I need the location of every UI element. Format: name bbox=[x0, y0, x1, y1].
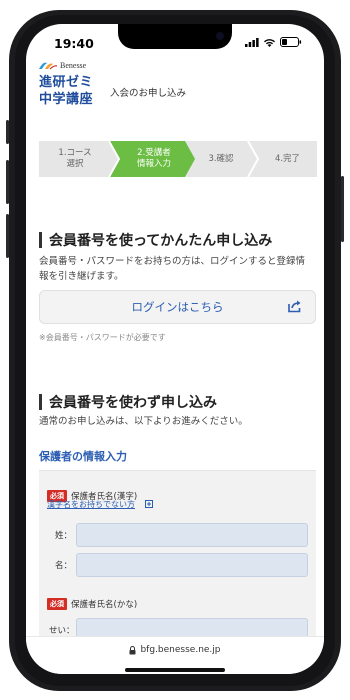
url-text: bfg.benesse.ne.jp bbox=[140, 645, 221, 655]
status-icons bbox=[245, 37, 302, 47]
status-bar: 19:40 bbox=[26, 24, 324, 58]
last-name-kana-label: せい： bbox=[49, 626, 75, 636]
wifi-icon bbox=[264, 38, 275, 47]
plus-box-icon[interactable] bbox=[145, 500, 153, 508]
progress-steps: 1.コース 選択 2.受講者 情報入力 3.確認 4.完了 bbox=[39, 141, 317, 177]
external-link-icon bbox=[288, 300, 301, 313]
last-name-kana-input[interactable] bbox=[76, 618, 308, 638]
step-course-selection: 1.コース 選択 bbox=[58, 148, 92, 169]
step-student-info: 2.受講者 情報入力 bbox=[136, 148, 171, 169]
browser-url-bar[interactable]: bfg.benesse.ne.jp bbox=[26, 636, 324, 674]
first-name-kanji-input[interactable] bbox=[76, 553, 308, 577]
member-section-description: 会員番号・パスワードをお持ちの方は、ログインすると登録情報を引き継げます。 bbox=[39, 256, 306, 282]
volume-down-button bbox=[6, 214, 9, 258]
guardian-form: 必須 保護者氏名(漢字) 漢字名をお持ちでない方 姓： 名： 必須 保護者氏名(かな… bbox=[39, 470, 316, 638]
power-button bbox=[341, 176, 344, 242]
status-time: 19:40 bbox=[54, 36, 94, 51]
home-indicator[interactable] bbox=[125, 668, 225, 672]
cellular-signal-icon bbox=[245, 37, 259, 47]
required-badge: 必須 bbox=[47, 597, 67, 610]
benesse-logo-icon bbox=[39, 62, 58, 70]
volume-up-button bbox=[6, 160, 9, 204]
step-complete: 4.完了 bbox=[274, 153, 301, 164]
member-section-title: 会員番号を使ってかんたん申し込み bbox=[39, 230, 272, 250]
course-title[interactable]: 進研ゼミ 中学講座 bbox=[39, 74, 93, 108]
guardian-info-heading: 保護者の情報入力 bbox=[39, 450, 127, 463]
last-name-label: 姓： bbox=[55, 531, 73, 541]
first-name-label: 名： bbox=[55, 561, 73, 571]
battery-icon bbox=[280, 37, 302, 47]
site-header: Benesse 進研ゼミ 中学講座 入会のお申し込み bbox=[26, 58, 324, 120]
mute-switch bbox=[6, 120, 9, 144]
nonmember-section-description: 通常のお申し込みは、以下よりお進みください。 bbox=[39, 416, 248, 427]
login-button-label: ログインはこちら bbox=[131, 300, 224, 314]
no-kanji-name-link[interactable]: 漢字名をお持ちでない方 bbox=[47, 499, 135, 510]
brand-name: Benesse bbox=[60, 60, 87, 70]
kana-name-label: 保護者氏名(かな) bbox=[71, 599, 138, 610]
page-content: Benesse 進研ゼミ 中学講座 入会のお申し込み 1.コース 選択 2.受講… bbox=[26, 58, 324, 638]
front-camera bbox=[216, 32, 224, 40]
notch bbox=[118, 24, 232, 49]
phone-screen: 19:40 Benesse 進研ゼミ 中学講座 入会のお申し込み 1.コース 選… bbox=[26, 24, 324, 674]
brand-logo: Benesse bbox=[38, 60, 86, 70]
lock-icon bbox=[129, 645, 136, 654]
nonmember-section-title: 会員番号を使わず申し込み bbox=[39, 392, 217, 412]
page-title: 入会のお申し込み bbox=[110, 88, 187, 99]
login-button[interactable]: ログインはこちら bbox=[39, 290, 316, 324]
step-confirm: 3.確認 bbox=[208, 153, 234, 164]
url-display: bfg.benesse.ne.jp bbox=[26, 645, 324, 655]
login-note: ※会員番号・パスワードが必要です bbox=[39, 333, 166, 342]
last-name-kanji-input[interactable] bbox=[76, 523, 308, 547]
